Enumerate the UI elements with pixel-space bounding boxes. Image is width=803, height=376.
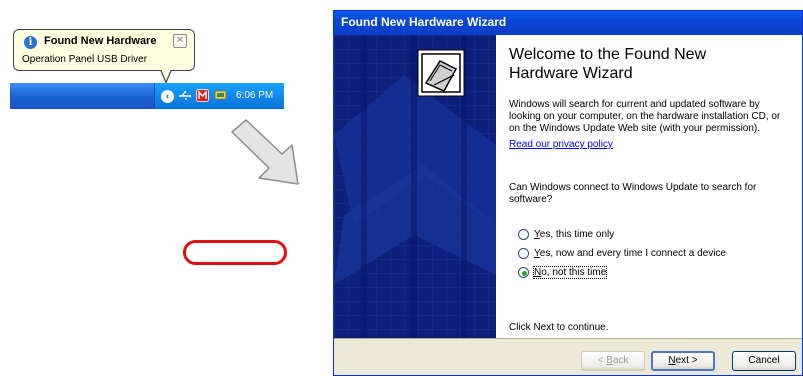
highlight-annotation [183,240,287,265]
taskbar: ‹ 6:06 PM [10,83,284,109]
arrow-icon [231,119,299,185]
antivirus-icon[interactable] [196,89,209,102]
window-title: Found New Hardware Wizard [341,15,507,29]
back-button[interactable]: < Back [581,351,645,371]
balloon-body: Operation Panel USB Driver [22,54,148,65]
show-hidden-icons-button[interactable]: ‹ [161,90,174,103]
wizard-side-panel [334,35,496,338]
title-bar[interactable]: Found New Hardware Wizard [334,11,802,35]
radio-label: Yes, now and every time I connect a devi… [534,248,726,259]
continue-instruction: Click Next to continue. [509,322,609,333]
radio-label: Yes, this time only [534,229,615,240]
balloon-notification[interactable]: i Found New Hardware ✕ Operation Panel U… [13,29,195,71]
wizard-intro-text: Windows will search for current and upda… [509,99,781,134]
next-button[interactable]: Next > [651,351,715,371]
wizard-banner-graphic [334,35,496,338]
wizard-window: Found New Hardware Wizard Welcome to the… [333,10,803,376]
radio-button[interactable] [518,248,529,259]
privacy-policy-link[interactable]: Read our privacy policy [509,139,613,150]
update-question: Can Windows connect to Windows Update to… [509,182,757,205]
radio-button[interactable] [518,229,529,240]
radio-button-selected[interactable] [518,267,529,278]
radio-label: No, not this time [532,266,608,279]
usb-device-icon[interactable] [178,89,191,102]
info-icon: i [24,36,37,49]
radio-dot [522,271,527,276]
balloon-tail-fill [161,69,171,81]
clock[interactable]: 6:06 PM [236,90,273,101]
wizard-heading: Welcome to the Found New Hardware Wizard [509,46,707,82]
cancel-button[interactable]: Cancel [732,351,796,371]
hardware-icon [417,49,465,97]
wizard-content: Welcome to the Found New Hardware Wizard… [496,35,802,338]
close-icon[interactable]: ✕ [173,34,187,48]
balloon-title: Found New Hardware [44,35,157,47]
network-icon[interactable] [214,89,227,102]
footer-separator [334,338,802,339]
